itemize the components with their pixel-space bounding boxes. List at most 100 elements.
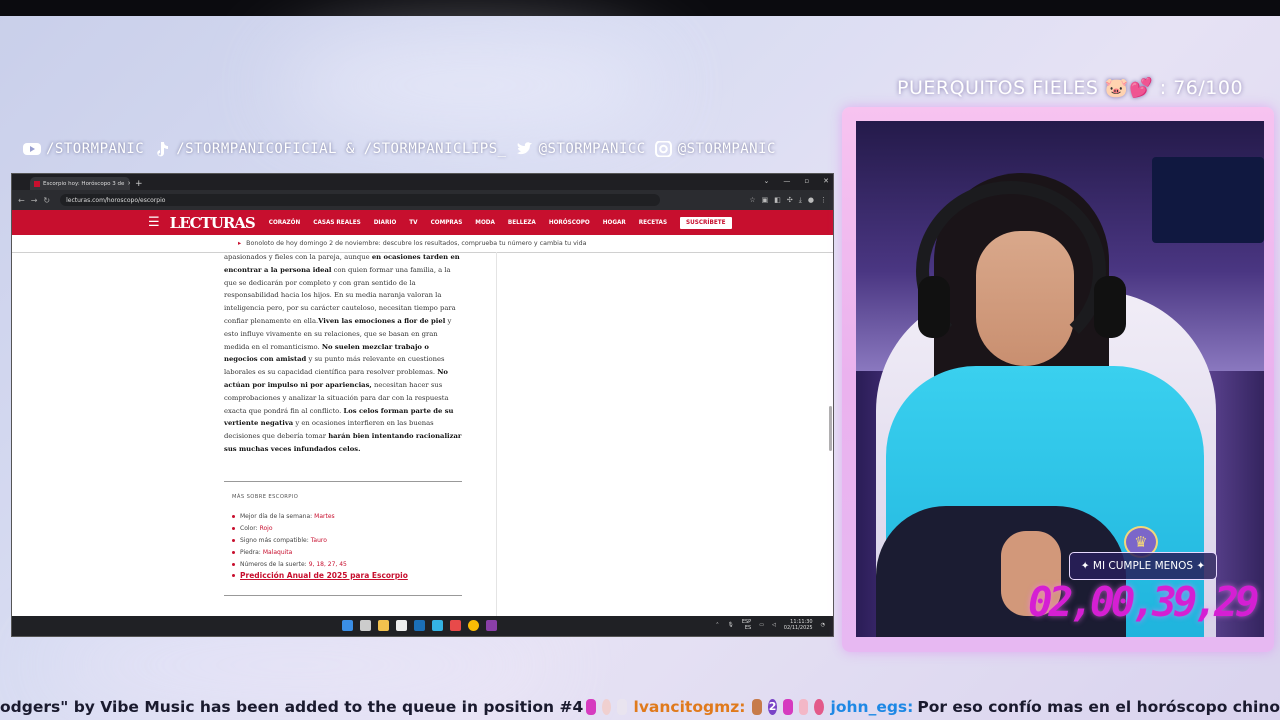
steam-icon[interactable] bbox=[414, 620, 425, 631]
scrollbar[interactable] bbox=[829, 406, 832, 451]
reload-icon[interactable]: ↻ bbox=[43, 196, 50, 205]
menu-icon[interactable]: ⋮ bbox=[820, 196, 827, 205]
close-tab-icon[interactable]: ✕ bbox=[127, 181, 130, 187]
subscribe-button[interactable]: SUSCRÍBETE bbox=[680, 216, 732, 229]
network-icon[interactable]: ▭ bbox=[759, 622, 764, 628]
fact-label: Mejor día de la semana: bbox=[240, 512, 313, 520]
promo-text: Bonoloto de hoy domingo 2 de noviembre: … bbox=[246, 240, 587, 247]
twitch-icon[interactable] bbox=[486, 620, 497, 631]
tab-title: Escorpio hoy: Horóscopo 3 de bbox=[43, 180, 125, 187]
countdown-badge: ✦ MI CUMPLE MENOS ✦ bbox=[1069, 552, 1217, 580]
fact-value[interactable]: Rojo bbox=[260, 525, 273, 532]
background-glow bbox=[40, 640, 560, 690]
download-icon[interactable]: ⤓ bbox=[799, 196, 802, 205]
nav-item[interactable]: HORÓSCOPO bbox=[549, 220, 590, 226]
browser-capture: Escorpio hoy: Horóscopo 3 de ✕ + ⌄ — ▫ ✕… bbox=[12, 174, 833, 636]
fact-value[interactable]: Martes bbox=[314, 513, 335, 520]
heart-emote-icon bbox=[586, 698, 596, 715]
chrome-icon[interactable] bbox=[468, 620, 479, 631]
notification-icon[interactable]: ◔ bbox=[821, 622, 825, 628]
social-tiktok: /STORMPANICOFICIAL & /STORMPANICLIPS_ bbox=[152, 141, 506, 157]
divider bbox=[224, 595, 462, 596]
new-tab-icon[interactable]: + bbox=[135, 178, 143, 190]
list-item: Números de la suerte: 9, 18, 27, 45 bbox=[232, 558, 347, 570]
puzzle-icon[interactable]: ✣ bbox=[787, 196, 793, 205]
social-instagram: @STORMPANIC bbox=[654, 141, 776, 157]
clock-date: 02/11/2025 bbox=[783, 625, 813, 631]
list-item: Signo más compatible: Tauro bbox=[232, 534, 347, 546]
twitter-handle: @STORMPANICC bbox=[538, 141, 646, 157]
twitter-icon bbox=[516, 142, 532, 155]
instagram-handle: @STORMPANIC bbox=[677, 141, 776, 157]
headphone-earcup bbox=[1094, 276, 1126, 338]
article-text: apasionados y fieles con la pareja, aunq… bbox=[224, 253, 372, 261]
chat-ticker: odgers" by Vibe Music has been added to … bbox=[0, 693, 1280, 720]
column-divider bbox=[496, 252, 497, 616]
chat-username[interactable]: lvancitogmz: bbox=[634, 698, 746, 716]
edge-icon[interactable] bbox=[432, 620, 443, 631]
back-icon[interactable]: ← bbox=[18, 196, 25, 205]
sub-badge: 2 bbox=[767, 698, 778, 715]
app-icon[interactable] bbox=[396, 620, 407, 631]
article-bold: Viven las emociones a flor de piel bbox=[318, 316, 446, 325]
chevron-down-icon[interactable]: ⌄ bbox=[764, 177, 770, 185]
divider bbox=[224, 481, 462, 482]
nav-item[interactable]: HOGAR bbox=[603, 220, 626, 226]
extension-icon[interactable]: ◧ bbox=[774, 196, 781, 205]
site-navigation: ☰ LECTURAS CORAZÓN CASAS REALES DIARIO T… bbox=[12, 210, 833, 235]
ticker-message: odgers" by Vibe Music has been added to … bbox=[0, 697, 584, 716]
fact-value[interactable]: Malaquita bbox=[263, 549, 293, 556]
chevron-up-icon[interactable]: ⌃ bbox=[715, 622, 719, 628]
list-item: Piedra: Malaquita bbox=[232, 546, 347, 558]
address-bar-row: ← → ↻ lecturas.com/horoscopo/escorpio ☆ … bbox=[12, 190, 833, 210]
prediction-link[interactable]: Predicción Anual de 2025 para Escorpio bbox=[232, 571, 408, 580]
extension-icon[interactable]: ▣ bbox=[762, 196, 769, 205]
browser-tab[interactable]: Escorpio hoy: Horóscopo 3 de ✕ bbox=[30, 177, 130, 190]
facts-list: Mejor día de la semana: Martes Color: Rojo… bbox=[232, 510, 347, 570]
nav-item[interactable]: TV bbox=[409, 220, 417, 226]
folder-icon[interactable] bbox=[378, 620, 389, 631]
nav-item[interactable]: MODA bbox=[475, 220, 495, 226]
favicon-icon bbox=[34, 180, 40, 187]
maximize-icon[interactable]: ▫ bbox=[804, 177, 809, 185]
list-item: Color: Rojo bbox=[232, 522, 347, 534]
app-icon[interactable] bbox=[450, 620, 461, 631]
forward-icon[interactable]: → bbox=[31, 196, 38, 205]
mic-icon[interactable]: 🎙 bbox=[727, 622, 733, 628]
clock[interactable]: 11:11:30 02/11/2025 bbox=[784, 619, 813, 631]
nav-item[interactable]: RECETAS bbox=[639, 220, 667, 226]
minimize-icon[interactable]: — bbox=[783, 177, 790, 185]
url-field[interactable]: lecturas.com/horoscopo/escorpio bbox=[60, 194, 661, 206]
headphone-earcup bbox=[918, 276, 950, 338]
tiktok-handle: /STORMPANICOFICIAL & /STORMPANICLIPS_ bbox=[176, 141, 507, 157]
nav-item[interactable]: BELLEZA bbox=[508, 220, 536, 226]
social-handles: /STORMPANIC /STORMPANICOFICIAL & /STORMP… bbox=[22, 136, 776, 162]
volume-icon[interactable]: ◁ bbox=[772, 622, 776, 628]
language-indicator[interactable]: ESP ES bbox=[742, 619, 751, 631]
instagram-icon bbox=[654, 141, 672, 157]
star-icon[interactable]: ☆ bbox=[749, 196, 755, 205]
browser-tab-bar: Escorpio hoy: Horóscopo 3 de ✕ + ⌄ — ▫ ✕ bbox=[12, 174, 833, 190]
top-letterbox bbox=[0, 0, 1280, 16]
background-glow bbox=[280, 40, 660, 130]
hamburger-menu-icon[interactable]: ☰ bbox=[148, 215, 160, 230]
search-icon[interactable] bbox=[360, 620, 371, 631]
social-twitter: @STORMPANICC bbox=[515, 141, 646, 157]
profile-icon[interactable]: ● bbox=[808, 196, 814, 205]
nav-item[interactable]: COMPRAS bbox=[431, 220, 463, 226]
fact-value[interactable]: Tauro bbox=[311, 537, 327, 544]
chat-username[interactable]: john_egs: bbox=[831, 698, 914, 716]
list-item: Mejor día de la semana: Martes bbox=[232, 510, 347, 522]
site-logo[interactable]: LECTURAS bbox=[170, 214, 256, 232]
nav-item[interactable]: CORAZÓN bbox=[269, 220, 301, 226]
article-body: apasionados y fieles con la pareja, aunq… bbox=[224, 251, 462, 456]
bunny-emote-icon bbox=[617, 698, 627, 715]
nav-item[interactable]: DIARIO bbox=[374, 220, 397, 226]
windows-start-icon[interactable] bbox=[342, 620, 353, 631]
close-icon[interactable]: ✕ bbox=[823, 177, 829, 185]
chat-message: Por eso confío mas en el horóscopo chino bbox=[917, 697, 1280, 716]
heart-badge-icon bbox=[814, 698, 824, 715]
nav-item[interactable]: CASAS REALES bbox=[313, 220, 360, 226]
youtube-handle: /STORMPANIC bbox=[46, 141, 145, 157]
emote-icon bbox=[752, 698, 762, 715]
